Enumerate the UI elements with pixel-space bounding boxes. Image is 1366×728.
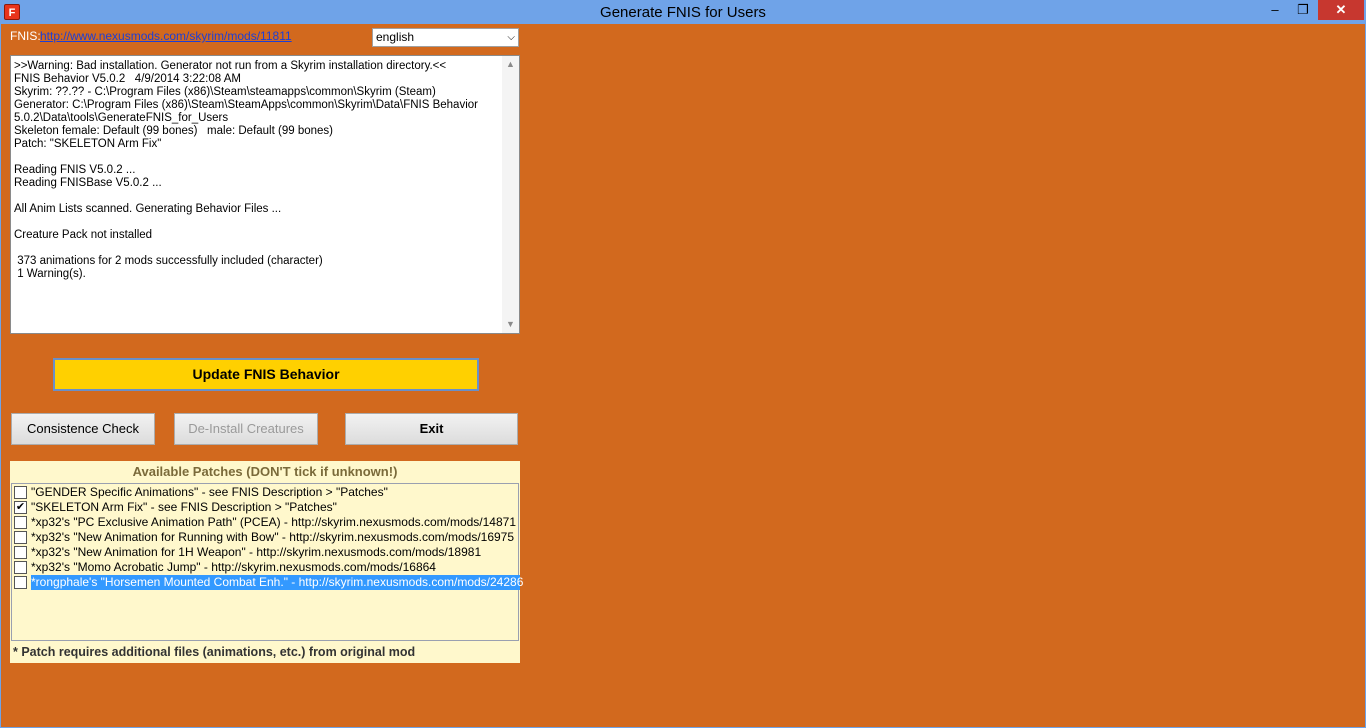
patch-label: "SKELETON Arm Fix" - see FNIS Descriptio… xyxy=(31,500,337,514)
patch-label: *rongphale's "Horsemen Mounted Combat En… xyxy=(31,575,524,590)
patches-heading: Available Patches (DON'T tick if unknown… xyxy=(132,464,398,479)
close-button[interactable]: ✕ xyxy=(1318,0,1364,20)
fnis-label: FNIS: xyxy=(10,29,41,43)
patch-item[interactable]: *xp32's "PC Exclusive Animation Path" (P… xyxy=(12,515,518,530)
update-fnis-behavior-button[interactable]: Update FNIS Behavior xyxy=(53,358,479,391)
deinstall-creatures-button: De-Install Creatures xyxy=(174,413,318,445)
log-scrollbar[interactable]: ▲ ▼ xyxy=(502,56,519,333)
patch-item[interactable]: *xp32's "New Animation for 1H Weapon" - … xyxy=(12,545,518,560)
patch-label: *xp32's "New Animation for 1H Weapon" - … xyxy=(31,545,482,559)
patch-label: *xp32's "PC Exclusive Animation Path" (P… xyxy=(31,515,517,529)
restore-button[interactable]: ❐ xyxy=(1290,0,1316,20)
language-value: english xyxy=(376,30,415,44)
patch-list[interactable]: "GENDER Specific Animations" - see FNIS … xyxy=(11,483,524,641)
fnis-link[interactable]: http://www.nexusmods.com/skyrim/mods/118… xyxy=(40,29,292,43)
title-bar[interactable]: F Generate FNIS for Users – ❐ ✕ xyxy=(0,0,1366,24)
consistence-check-button[interactable]: Consistence Check xyxy=(11,413,155,445)
patch-item[interactable]: *xp32's "New Animation for Running with … xyxy=(12,530,518,545)
patch-checkbox[interactable] xyxy=(14,546,27,559)
patch-checkbox-checked[interactable]: ✔ xyxy=(14,501,27,514)
patch-checkbox[interactable] xyxy=(14,486,27,499)
minimize-button[interactable]: – xyxy=(1262,0,1288,20)
patch-label: *xp32's "Momo Acrobatic Jump" - http://s… xyxy=(31,560,436,574)
patch-label: "GENDER Specific Animations" - see FNIS … xyxy=(31,485,388,499)
scroll-up-icon[interactable]: ▲ xyxy=(502,56,519,73)
language-select[interactable]: english ⌵ xyxy=(372,28,519,47)
patch-checkbox[interactable] xyxy=(14,516,27,529)
patch-checkbox[interactable] xyxy=(14,576,27,589)
main-window: FNIS: http://www.nexusmods.com/skyrim/mo… xyxy=(1,24,1365,727)
patches-panel: Available Patches (DON'T tick if unknown… xyxy=(10,461,524,663)
patch-item[interactable]: "GENDER Specific Animations" - see FNIS … xyxy=(12,485,518,500)
patch-checkbox[interactable] xyxy=(14,531,27,544)
patches-footnote: * Patch requires additional files (anima… xyxy=(13,645,416,659)
window-title: Generate FNIS for Users xyxy=(600,4,766,21)
patch-item[interactable]: ✔ "SKELETON Arm Fix" - see FNIS Descript… xyxy=(12,500,518,515)
log-text: >>Warning: Bad installation. Generator n… xyxy=(14,60,478,280)
patch-checkbox[interactable] xyxy=(14,561,27,574)
chevron-down-icon: ⌵ xyxy=(507,32,515,43)
exit-button[interactable]: Exit xyxy=(345,413,518,445)
patch-item[interactable]: *rongphale's "Horsemen Mounted Combat En… xyxy=(12,575,524,590)
log-textbox[interactable]: >>Warning: Bad installation. Generator n… xyxy=(10,55,520,334)
patch-item[interactable]: *xp32's "Momo Acrobatic Jump" - http://s… xyxy=(12,560,518,575)
patch-label: *xp32's "New Animation for Running with … xyxy=(31,530,515,544)
scroll-down-icon[interactable]: ▼ xyxy=(502,316,519,333)
